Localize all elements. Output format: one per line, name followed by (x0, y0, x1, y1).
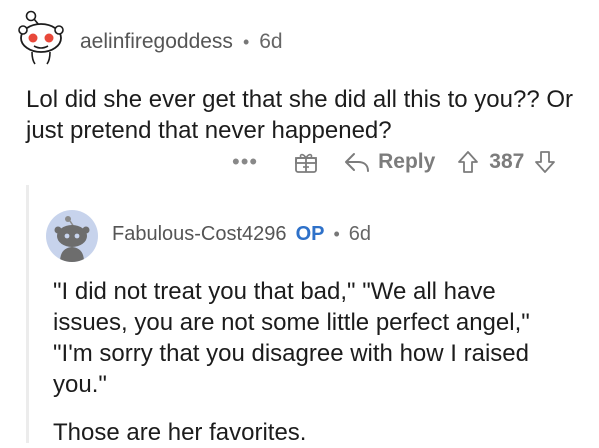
op-badge: OP (295, 223, 325, 245)
comment-thread: aelinfiregoddess • 6d Lol did she ever g… (0, 0, 599, 446)
parent-comment-actions: ••• Reply 387 (232, 146, 556, 178)
upvote-icon[interactable] (457, 150, 479, 174)
meta-separator: • (333, 224, 340, 244)
parent-comment-meta: aelinfiregoddess • 6d (80, 30, 283, 54)
reply-paragraph: "I did not treat you that bad," "We all … (53, 278, 530, 398)
parent-comment-body: Lol did she ever get that she did all th… (26, 86, 573, 144)
reply-arrow-icon (345, 153, 370, 172)
reply-comment-meta: Fabulous-Cost4296 OP • 6d (112, 223, 371, 246)
reply-paragraph: Those are her favorites. (53, 419, 307, 446)
meta-separator: • (242, 31, 250, 52)
reply-label: Reply (378, 150, 436, 173)
downvote-icon[interactable] (534, 150, 556, 174)
more-options-button[interactable]: ••• (232, 151, 258, 173)
parent-comment-age: 6d (259, 30, 283, 53)
reply-comment-age: 6d (348, 223, 372, 245)
parent-author-link[interactable]: aelinfiregoddess (80, 30, 233, 54)
thread-line[interactable] (26, 185, 29, 443)
gift-award-icon[interactable] (294, 150, 318, 174)
snoo-avatar-icon[interactable] (17, 10, 65, 66)
reply-author-link[interactable]: Fabulous-Cost4296 (112, 223, 287, 246)
reply-button[interactable]: Reply (344, 150, 435, 174)
vote-score: 387 (489, 150, 525, 173)
reply-avatar[interactable] (46, 210, 98, 262)
reply-comment-body: "I did not treat you that bad," "We all … (53, 276, 573, 448)
snoo-avatar-icon (54, 216, 90, 262)
